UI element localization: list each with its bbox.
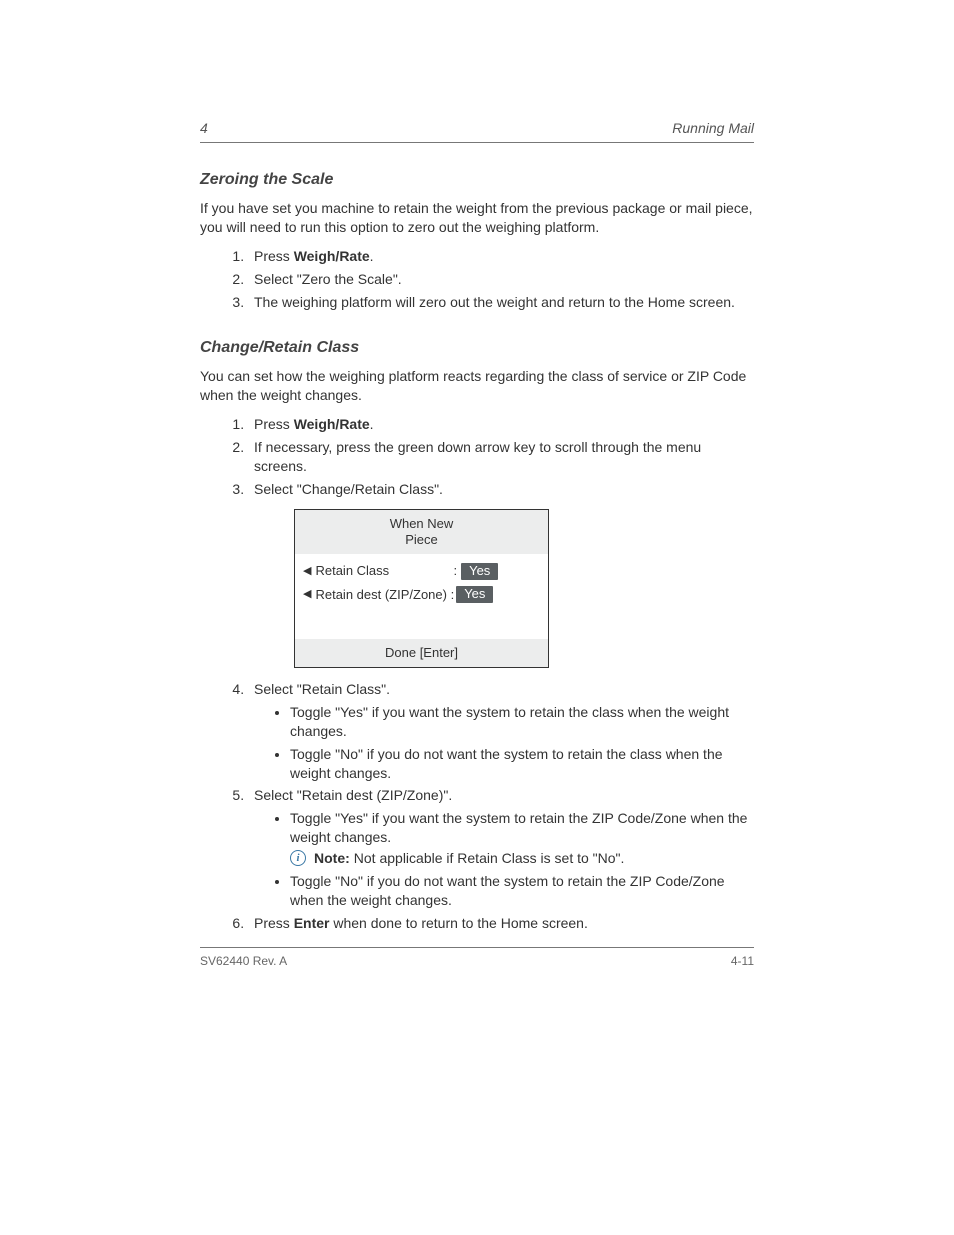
footer-right: 4-11 xyxy=(731,954,754,968)
list-item: The weighing platform will zero out the … xyxy=(248,293,754,312)
left-arrow-icon: ◀ xyxy=(303,587,311,602)
chapter-number: 4 xyxy=(200,120,208,136)
header-divider xyxy=(200,142,754,143)
lcd-title: When New Piece xyxy=(295,510,548,555)
list-item: Select "Change/Retain Class". When New P… xyxy=(248,480,754,668)
lcd-screen: When New Piece ◀ Retain Class : Yes ◀ Re… xyxy=(294,509,549,668)
footer-divider xyxy=(200,947,754,948)
ordered-list: Press Weigh/Rate. If necessary, press th… xyxy=(200,415,754,932)
list-item: Press Weigh/Rate. xyxy=(248,247,754,266)
step-text: Press xyxy=(254,416,294,432)
list-item: Press Enter when done to return to the H… xyxy=(248,914,754,933)
lcd-colon: : xyxy=(453,562,457,580)
lcd-body: ◀ Retain Class : Yes ◀ Retain dest (ZIP/… xyxy=(295,554,548,639)
paragraph: If you have set you machine to retain th… xyxy=(200,199,754,237)
bullet-list: Toggle "Yes" if you want the system to r… xyxy=(254,809,754,909)
step-text: . xyxy=(370,416,374,432)
list-item: Select "Retain Class". Toggle "Yes" if y… xyxy=(248,680,754,782)
paragraph: You can set how the weighing platform re… xyxy=(200,367,754,405)
section-title-change-retain: Change/Retain Class xyxy=(200,339,754,357)
footer-left: SV62440 Rev. A xyxy=(200,954,287,968)
step-text: Press xyxy=(254,248,294,264)
lcd-label: Retain dest (ZIP/Zone) : xyxy=(315,586,454,604)
info-icon: i xyxy=(290,850,306,866)
lcd-value: Yes xyxy=(456,586,493,603)
key-name: Weigh/Rate xyxy=(294,416,370,432)
bullet-list: Toggle "Yes" if you want the system to r… xyxy=(254,703,754,783)
lcd-title-line: When New xyxy=(390,516,454,531)
note-label: Note: xyxy=(314,850,350,866)
list-item: Toggle "No" if you do not want the syste… xyxy=(290,872,754,910)
list-item: Toggle "No" if you do not want the syste… xyxy=(290,745,754,783)
list-item: Select "Zero the Scale". xyxy=(248,270,754,289)
page-footer: SV62440 Rev. A 4-11 xyxy=(200,954,754,968)
document-page: 4 Running Mail Zeroing the Scale If you … xyxy=(0,0,954,1028)
lcd-title-line: Piece xyxy=(405,532,438,547)
left-arrow-icon: ◀ xyxy=(303,564,311,579)
note-text: Note:Not applicable if Retain Class is s… xyxy=(314,849,624,868)
key-name: Weigh/Rate xyxy=(294,248,370,264)
step-text: Select "Retain dest (ZIP/Zone)". xyxy=(254,787,452,803)
chapter-title: Running Mail xyxy=(672,120,754,136)
step-text: Press xyxy=(254,915,294,931)
note-body: Not applicable if Retain Class is set to… xyxy=(354,850,625,866)
page-header: 4 Running Mail xyxy=(200,120,754,136)
list-item: Select "Retain dest (ZIP/Zone)". Toggle … xyxy=(248,786,754,909)
list-item: Toggle "Yes" if you want the system to r… xyxy=(290,703,754,741)
step-text: when done to return to the Home screen. xyxy=(329,915,587,931)
lcd-row-retain-class: ◀ Retain Class : Yes xyxy=(303,562,540,580)
key-name: Enter xyxy=(294,915,330,931)
bullet-text: Toggle "Yes" if you want the system to r… xyxy=(290,810,747,845)
lcd-value: Yes xyxy=(461,563,498,580)
step-text: Select "Retain Class". xyxy=(254,681,390,697)
step-text: Select "Change/Retain Class". xyxy=(254,481,443,497)
note-row: i Note:Not applicable if Retain Class is… xyxy=(290,849,754,868)
step-text: . xyxy=(370,248,374,264)
lcd-label: Retain Class xyxy=(315,562,453,580)
lcd-row-retain-dest: ◀ Retain dest (ZIP/Zone) : Yes xyxy=(303,586,540,604)
list-item: Press Weigh/Rate. xyxy=(248,415,754,434)
lcd-footer: Done [Enter] xyxy=(295,639,548,667)
list-item: Toggle "Yes" if you want the system to r… xyxy=(290,809,754,868)
section-title-zeroing: Zeroing the Scale xyxy=(200,171,754,189)
ordered-list: Press Weigh/Rate. Select "Zero the Scale… xyxy=(200,247,754,312)
list-item: If necessary, press the green down arrow… xyxy=(248,438,754,476)
